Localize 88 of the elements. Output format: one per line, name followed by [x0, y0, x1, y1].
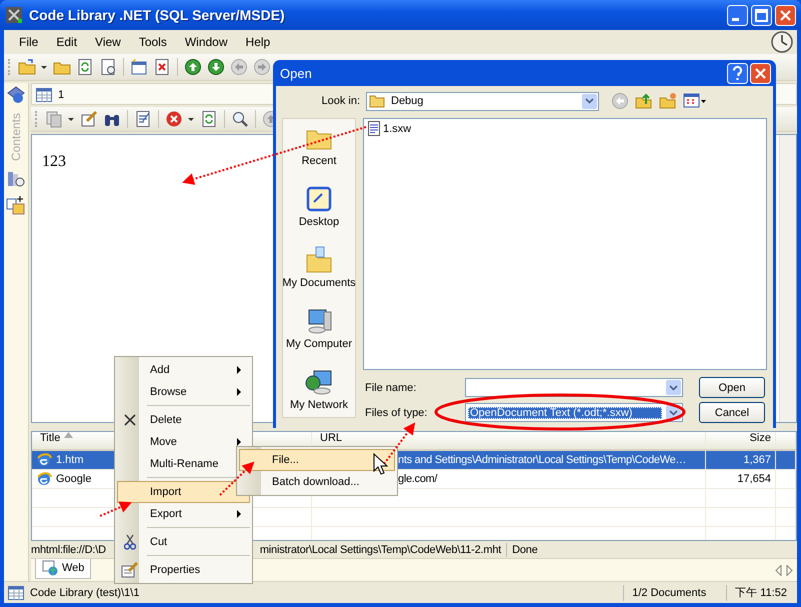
column-header[interactable]: Size	[706, 432, 776, 449]
menu-item[interactable]: File	[10, 35, 48, 49]
field-label: File name:	[365, 382, 418, 394]
dialog-title: Open	[280, 66, 312, 80]
document-text: 123	[42, 153, 66, 170]
back-icon[interactable]	[230, 58, 248, 76]
stop-icon[interactable]	[165, 110, 183, 128]
search-books-icon[interactable]	[6, 169, 26, 190]
chevron-down-icon	[669, 384, 678, 390]
grid-icon	[8, 586, 24, 600]
places-item[interactable]: My Computer	[286, 306, 352, 350]
new-folder-icon[interactable]	[659, 92, 677, 110]
maximize-button[interactable]	[751, 4, 772, 26]
app-icon	[6, 7, 22, 23]
scroll-right-icon[interactable]	[786, 564, 793, 576]
notepad-icon[interactable]	[134, 110, 152, 128]
annotation-arrow	[100, 501, 132, 517]
status-text: 下午 11:52	[726, 584, 797, 600]
menu-item[interactable]: Window	[176, 35, 237, 49]
open-folder-icon[interactable]	[18, 58, 36, 76]
annotation-arrow	[383, 422, 416, 465]
menu-item[interactable]: Help	[236, 35, 280, 49]
table-cell: 1,367	[706, 451, 776, 469]
tab[interactable]: Web	[35, 559, 92, 579]
globe-e-icon	[36, 471, 52, 487]
cancel-button[interactable]: Cancel	[699, 402, 765, 423]
globe-e-icon	[36, 452, 52, 468]
stack-icon[interactable]	[45, 110, 63, 128]
menu-item[interactable]: File...	[239, 449, 395, 471]
up-folder-icon[interactable]	[635, 92, 653, 110]
document-icon[interactable]	[99, 58, 117, 76]
table-cell: 17,654	[706, 470, 776, 488]
menu-item[interactable]: Export	[117, 503, 250, 525]
chevron-down-icon	[585, 98, 594, 104]
close-icon	[124, 414, 136, 426]
places-item[interactable]: Desktop	[298, 184, 340, 228]
status-text: ministrator\Local Settings\Temp\CodeWeb\11-2.mht	[260, 544, 502, 556]
scroll-left-icon[interactable]	[775, 564, 782, 576]
status-text: Code Library (test)\1\1	[30, 586, 140, 598]
clock-icon	[771, 31, 793, 53]
refresh-icon[interactable]	[76, 58, 94, 76]
list-entry[interactable]: 1.sxw	[368, 121, 412, 136]
field-label: Files of type:	[365, 406, 428, 418]
delete-document-icon[interactable]	[153, 58, 171, 76]
status-text: Done	[512, 544, 538, 556]
close-button[interactable]	[775, 4, 796, 26]
places-item[interactable]: Recent	[302, 123, 336, 167]
status-text: 1/2 Documents	[623, 584, 720, 600]
close-button[interactable]	[750, 62, 771, 84]
window-icon[interactable]	[130, 58, 148, 76]
grid-icon	[36, 88, 52, 102]
menu-item[interactable]: Import	[117, 481, 250, 503]
open-button[interactable]: Open	[699, 377, 765, 398]
menu-item[interactable]: View	[86, 35, 130, 49]
menu-item[interactable]: Cut	[117, 531, 250, 553]
file-name-field[interactable]	[465, 378, 683, 397]
help-button[interactable]	[727, 62, 748, 84]
mouse-cursor-icon	[374, 452, 388, 475]
chevron-down-icon	[669, 410, 678, 416]
status-text: mhtml:file://D:\D	[31, 544, 106, 556]
places-item[interactable]: My Network	[290, 367, 348, 411]
look-in-dropdown[interactable]: Debug	[366, 92, 599, 110]
window-title: Code Library .NET (SQL Server/MSDE)	[29, 7, 285, 23]
help-book-icon[interactable]	[6, 85, 26, 105]
refresh-icon[interactable]	[200, 110, 218, 128]
text-file-icon	[368, 121, 380, 136]
web-page-icon	[42, 560, 58, 576]
search-icon[interactable]	[231, 110, 249, 128]
edit-icon[interactable]	[80, 110, 98, 128]
scroll-bar[interactable]	[779, 135, 796, 422]
menu-item[interactable]: Properties	[117, 559, 250, 581]
places-item[interactable]: My Documents	[282, 245, 356, 289]
menu-item[interactable]: Tools	[130, 35, 176, 49]
minimize-button[interactable]	[727, 4, 748, 26]
view-menu-icon[interactable]	[683, 92, 707, 110]
menu-item[interactable]: Delete	[117, 409, 250, 431]
documents-folder-icon	[304, 245, 334, 275]
forward-icon[interactable]	[253, 58, 271, 76]
menu-item[interactable]: Edit	[47, 35, 86, 49]
menu-item[interactable]: Add	[117, 359, 250, 381]
file-type-dropdown[interactable]: OpenDocument Text (*.odt;*.sxw)	[465, 403, 683, 422]
annotation-arrow	[219, 462, 254, 496]
add-item-icon[interactable]	[6, 195, 26, 216]
field-label: Look in:	[320, 95, 360, 107]
properties-icon	[121, 562, 139, 578]
document-tab[interactable]: 1	[32, 88, 72, 104]
scissors-icon	[124, 534, 136, 550]
menu-item[interactable]: Browse	[117, 381, 250, 403]
